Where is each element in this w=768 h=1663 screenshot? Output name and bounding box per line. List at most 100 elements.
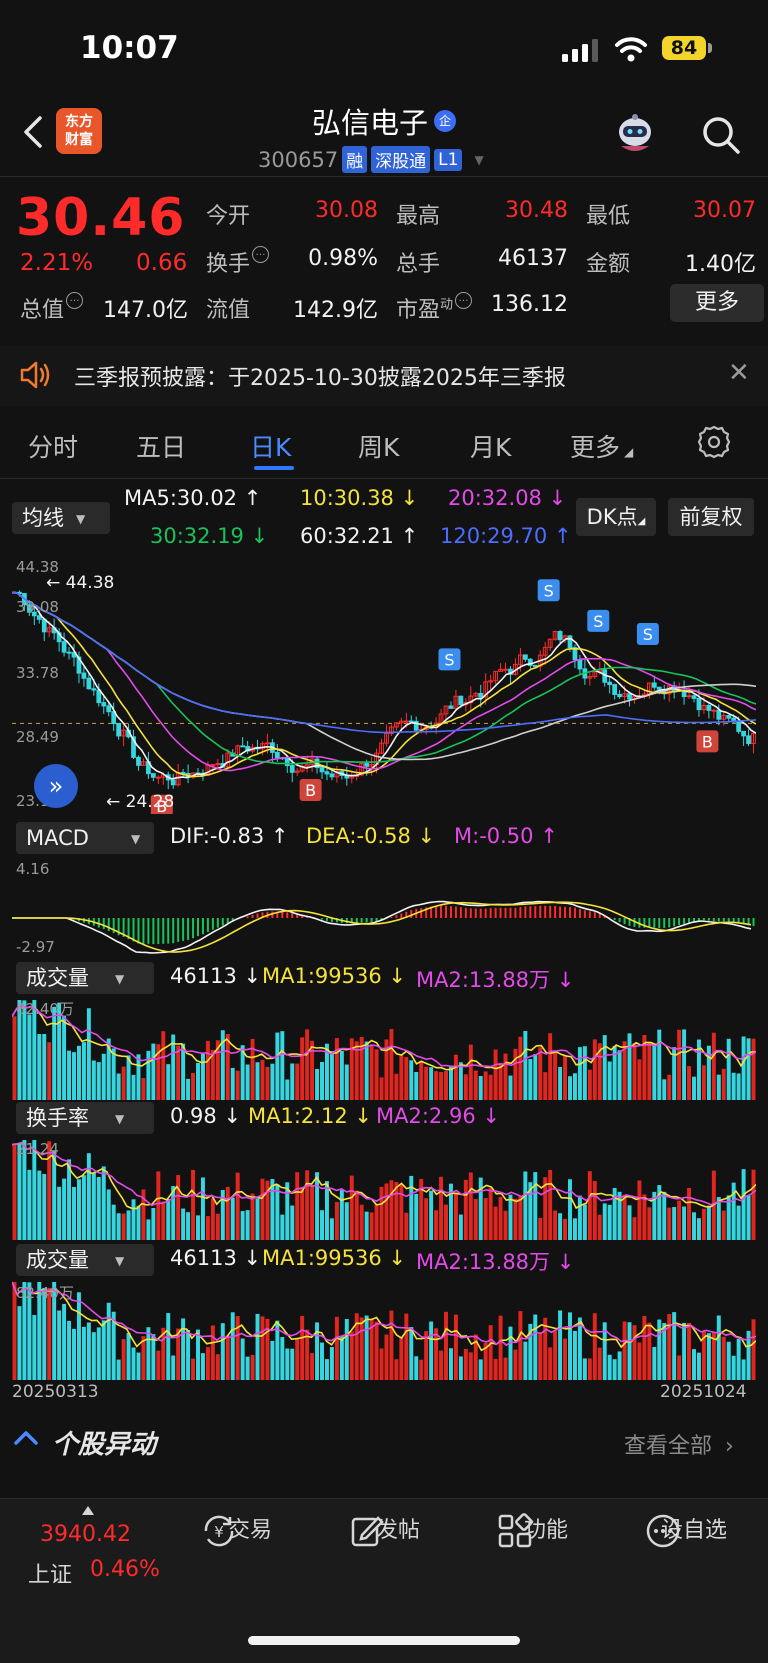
info-icon[interactable]: … bbox=[66, 292, 84, 309]
volume-bar bbox=[508, 1326, 513, 1380]
volume-bar bbox=[96, 1327, 101, 1380]
volume-bar bbox=[255, 1062, 260, 1100]
volume-bar bbox=[210, 1325, 215, 1380]
candle bbox=[656, 686, 662, 690]
volume-bar bbox=[721, 1336, 726, 1380]
volume-bar bbox=[483, 1198, 488, 1240]
caret-icon: ◢ bbox=[624, 445, 634, 459]
volume-chart[interactable] bbox=[12, 998, 756, 1100]
turnover-selector[interactable]: 换手率 ▼ bbox=[16, 1102, 154, 1134]
ma-selector[interactable]: 均线 ▼ bbox=[12, 502, 110, 534]
nav-watchlist[interactable]: 设自选 bbox=[644, 1512, 744, 1548]
index-name[interactable]: 上证 bbox=[28, 1557, 72, 1589]
info-icon[interactable]: … bbox=[252, 246, 270, 263]
macd-selector[interactable]: MACD ▼ bbox=[16, 822, 154, 854]
volume-bar bbox=[498, 1196, 503, 1240]
candle bbox=[36, 615, 42, 620]
tab-weekly-k[interactable]: 周K bbox=[358, 428, 399, 464]
expand-left-button[interactable]: » bbox=[34, 764, 78, 808]
volume-bar bbox=[136, 1054, 141, 1100]
view-all-link[interactable]: 查看全部 › bbox=[624, 1428, 734, 1460]
candle bbox=[458, 695, 464, 706]
price-axis-3: 33.78 bbox=[16, 664, 59, 682]
turnover-chart[interactable] bbox=[12, 1138, 756, 1240]
volume-bar bbox=[662, 1079, 667, 1100]
volume-bar bbox=[72, 1328, 76, 1380]
volume-bar bbox=[731, 1072, 736, 1100]
volume-bar bbox=[602, 1203, 607, 1240]
tab-daily-k[interactable]: 日K bbox=[250, 428, 291, 464]
adjust-button[interactable]: 前复权 bbox=[668, 498, 754, 536]
volume-bar bbox=[126, 1332, 131, 1380]
candle bbox=[736, 721, 742, 732]
candle bbox=[503, 668, 508, 671]
volume-bar bbox=[72, 1186, 76, 1240]
volume-bar bbox=[255, 1198, 260, 1240]
volume-bar bbox=[518, 1311, 523, 1380]
volume-bar bbox=[488, 1074, 493, 1100]
volume-bar bbox=[181, 1318, 186, 1380]
info-icon[interactable]: … bbox=[455, 292, 473, 309]
volume2-selector[interactable]: 成交量 ▼ bbox=[16, 1244, 154, 1276]
svg-text:S: S bbox=[444, 650, 454, 669]
volume-bar bbox=[285, 1079, 290, 1100]
dk-point-button[interactable]: DK点◢ bbox=[576, 498, 656, 536]
volume-bar bbox=[310, 1353, 315, 1380]
more-button[interactable]: 更多 bbox=[670, 284, 764, 322]
volume-bar bbox=[582, 1204, 587, 1240]
volume-bar bbox=[86, 1322, 91, 1380]
volume-bar bbox=[696, 1352, 701, 1380]
notice-text[interactable]: 三季报预披露：于2025-10-30披露2025年三季报 bbox=[74, 360, 566, 392]
volume-bar bbox=[622, 1194, 627, 1240]
close-icon[interactable]: ✕ bbox=[728, 358, 750, 388]
volume-bar bbox=[270, 1340, 275, 1380]
sell-signal-marker: S bbox=[587, 609, 610, 632]
volume-bar bbox=[300, 1037, 305, 1100]
volume2-chart[interactable] bbox=[12, 1280, 756, 1380]
macd-chart[interactable] bbox=[12, 858, 756, 958]
robot-icon[interactable] bbox=[612, 112, 658, 156]
volume-bar bbox=[538, 1217, 543, 1240]
volume-bar bbox=[156, 1171, 161, 1240]
volume-bar bbox=[647, 1207, 652, 1240]
kline-chart[interactable]: BBSSSSB bbox=[12, 558, 756, 814]
volume-bar bbox=[483, 1071, 488, 1100]
index-value[interactable]: 3940.42 bbox=[40, 1522, 131, 1547]
candle bbox=[651, 682, 657, 688]
stock-code-row[interactable]: 300657 融 深股通 L1 ▼ bbox=[258, 146, 484, 173]
volume-bar bbox=[607, 1204, 612, 1240]
volume-bar bbox=[196, 1215, 200, 1240]
volume-bar bbox=[151, 1334, 156, 1380]
nav-function[interactable]: 功能 bbox=[496, 1512, 596, 1548]
volume-bar bbox=[230, 1312, 235, 1380]
caret-icon: ▼ bbox=[115, 1254, 125, 1268]
settings-icon[interactable] bbox=[696, 424, 732, 460]
volume-bar bbox=[32, 1315, 37, 1380]
volume-bar bbox=[523, 1171, 528, 1240]
volume-bar bbox=[662, 1191, 667, 1240]
volume-bar bbox=[215, 1354, 220, 1380]
volume-bar bbox=[652, 1043, 657, 1100]
volume-bar bbox=[414, 1193, 419, 1240]
tab-five-day[interactable]: 五日 bbox=[136, 428, 186, 464]
nav-trade[interactable]: ¥ 交易 bbox=[200, 1512, 300, 1547]
volume-selector[interactable]: 成交量 ▼ bbox=[16, 962, 154, 994]
caret-icon: ▼ bbox=[130, 832, 141, 846]
volume-bar bbox=[538, 1047, 543, 1100]
volume-bar bbox=[672, 1207, 677, 1240]
search-icon[interactable] bbox=[700, 114, 742, 156]
volume-bar bbox=[394, 1359, 399, 1380]
volume-bar bbox=[458, 1062, 463, 1100]
volume-bar bbox=[706, 1333, 711, 1380]
index-percent[interactable]: 0.46% bbox=[90, 1557, 160, 1582]
tab-intraday[interactable]: 分时 bbox=[28, 428, 78, 464]
nav-post[interactable]: 发帖 bbox=[348, 1512, 448, 1547]
tab-monthly-k[interactable]: 月K bbox=[470, 428, 511, 464]
candle bbox=[66, 651, 72, 654]
volume-bar bbox=[453, 1314, 458, 1380]
chevron-up-icon[interactable] bbox=[12, 1424, 40, 1452]
tab-more[interactable]: 更多 ◢ bbox=[570, 428, 633, 464]
volume-bar bbox=[67, 1320, 72, 1380]
volume-bar bbox=[473, 1070, 478, 1100]
buy-signal-marker: B bbox=[696, 730, 719, 753]
